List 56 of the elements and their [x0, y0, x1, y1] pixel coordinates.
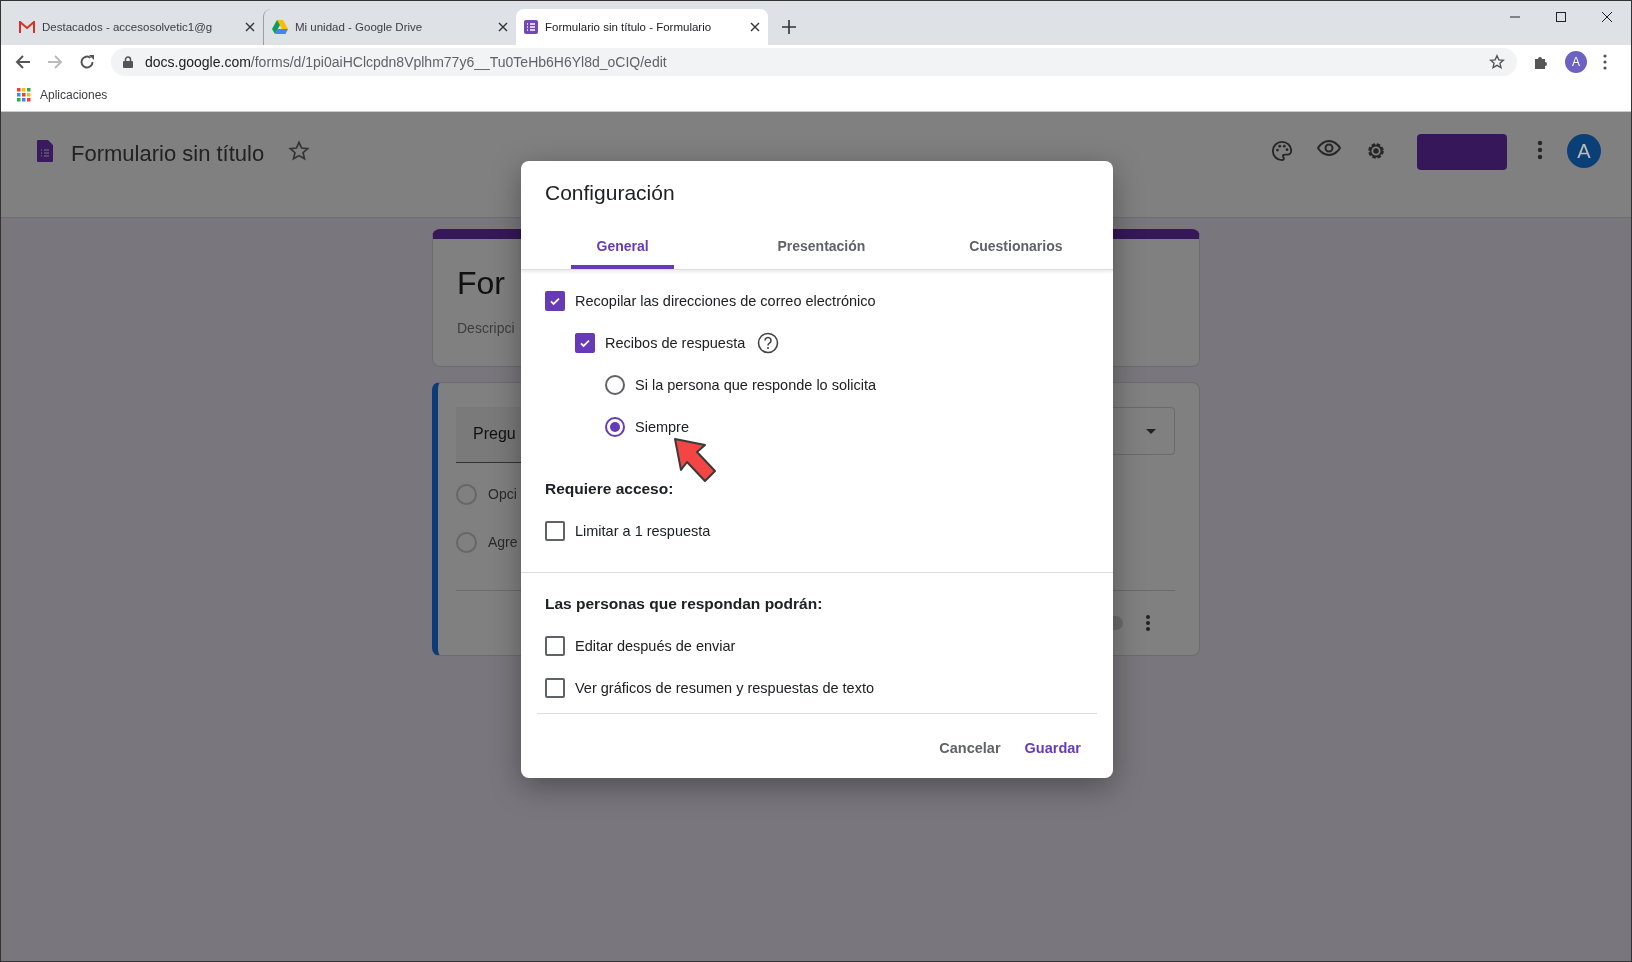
- form-title[interactable]: Formulario sin título: [71, 141, 265, 167]
- settings-tab[interactable]: Presentación: [724, 227, 919, 269]
- bookmark-link[interactable]: Aplicaciones: [40, 88, 108, 102]
- checkbox[interactable]: [545, 291, 565, 311]
- checkbox[interactable]: [575, 333, 595, 353]
- section-heading: Las personas que respondan podrán:: [545, 595, 824, 613]
- settings-tab[interactable]: Cuestionarios: [918, 227, 1113, 269]
- browser-tab[interactable]: Destacados - accesosolvetic1@g: [11, 9, 263, 45]
- caret-icon: [1146, 428, 1156, 434]
- checkbox-label: Recibos de respuesta: [605, 335, 746, 351]
- option-text[interactable]: Agre: [488, 534, 518, 550]
- settings-tab[interactable]: General: [571, 227, 675, 269]
- profile-avatar[interactable]: A: [1565, 51, 1587, 73]
- checkbox-label: Limitar a 1 respuesta: [575, 523, 711, 539]
- maximize-icon[interactable]: [1555, 11, 1567, 23]
- back-arrow-icon[interactable]: [15, 54, 31, 70]
- checkbox-label: Recopilar las direcciones de correo electrónico: [575, 293, 876, 309]
- address-bar[interactable]: docs.google.com/forms/d/1pi0aiHClcpdn8Vplhm77y6__Tu0TeHb6H6Yl8d_oCIQ/edit: [111, 48, 1517, 76]
- settings-icon[interactable]: [1365, 140, 1387, 162]
- browser-tab[interactable]: Formulario sin título - Formulario: [516, 9, 768, 45]
- star-icon[interactable]: [288, 140, 311, 162]
- help-icon[interactable]: [757, 332, 780, 354]
- star-icon[interactable]: [1489, 54, 1505, 70]
- account-avatar[interactable]: A: [1567, 134, 1601, 168]
- palette-icon[interactable]: [1271, 140, 1293, 162]
- more-vertical-icon[interactable]: [1537, 140, 1543, 160]
- section-heading: Requiere acceso:: [545, 480, 675, 498]
- new-tab-icon[interactable]: [782, 20, 796, 34]
- apps-grid-icon[interactable]: [17, 88, 31, 102]
- close-icon[interactable]: [498, 22, 508, 32]
- checkbox[interactable]: [545, 521, 565, 541]
- close-icon[interactable]: [750, 22, 760, 32]
- checkbox[interactable]: [545, 678, 565, 698]
- checkbox-label: Ver gráficos de resumen y respuestas de texto: [575, 680, 875, 696]
- triangle-icon: [272, 20, 288, 34]
- checkbox[interactable]: [545, 636, 565, 656]
- form-document-icon: [37, 140, 53, 162]
- more-vertical-icon[interactable]: [1603, 54, 1607, 70]
- radio-label: Si la persona que responde lo solicita: [635, 377, 876, 393]
- puzzle-icon[interactable]: [1533, 54, 1549, 70]
- form-list-icon: [524, 20, 538, 34]
- radio-label: Siempre: [635, 419, 689, 435]
- radio-button[interactable]: [605, 375, 625, 395]
- more-vertical-icon[interactable]: [1145, 614, 1151, 632]
- close-icon[interactable]: [1601, 11, 1613, 23]
- option-text[interactable]: Opci: [488, 486, 517, 502]
- eye-icon[interactable]: [1317, 140, 1341, 156]
- checkbox-label: Editar después de enviar: [575, 638, 736, 654]
- reload-icon[interactable]: [79, 54, 95, 70]
- envelope-icon: [19, 21, 35, 33]
- radio-button[interactable]: [605, 417, 625, 437]
- dialog-title: Configuración: [544, 180, 676, 205]
- close-icon[interactable]: [245, 22, 255, 32]
- save-button[interactable]: Guardar: [1016, 732, 1089, 764]
- lock-icon: [123, 56, 133, 68]
- cancel-button[interactable]: Cancelar: [931, 732, 1009, 764]
